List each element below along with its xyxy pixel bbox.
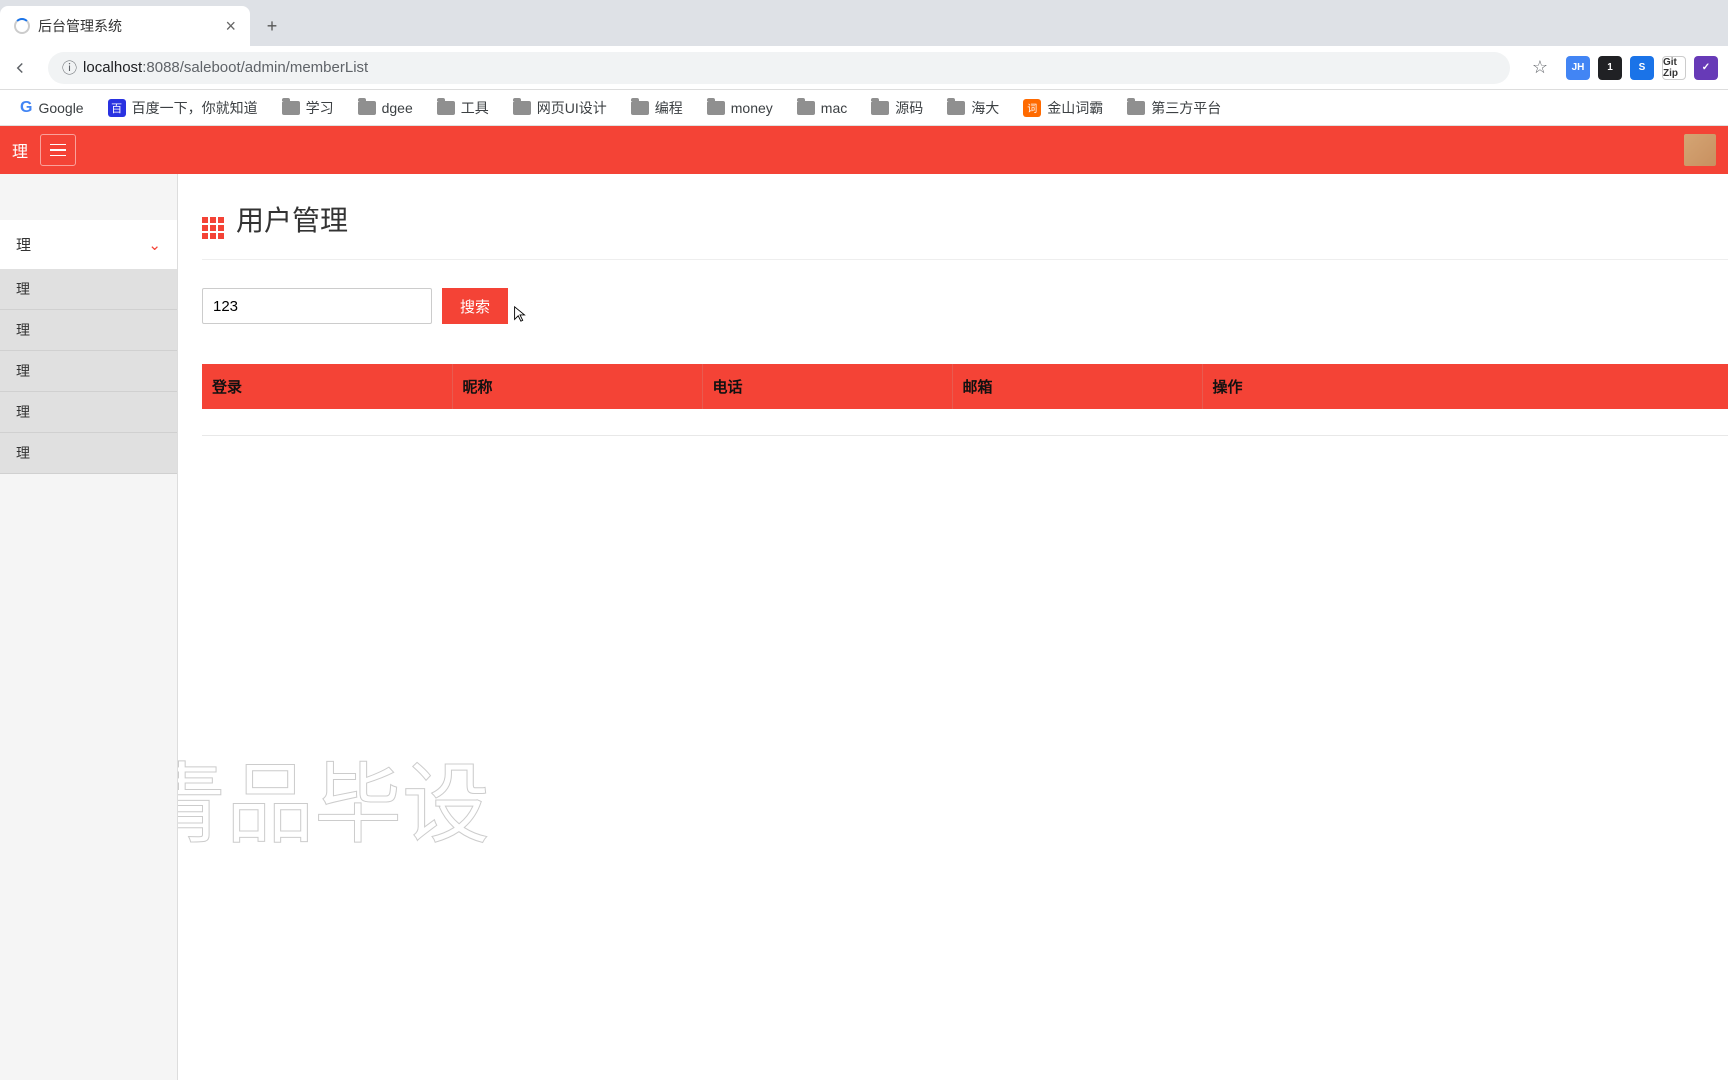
folder-icon (871, 101, 889, 115)
sidebar-item[interactable]: 理 (0, 269, 177, 310)
bookmark-item[interactable]: 编程 (619, 94, 695, 122)
bookmark-item[interactable]: 第三方平台 (1115, 94, 1233, 122)
column-header: 登录 (202, 364, 452, 409)
url-path: /saleboot/admin/memberList (180, 59, 368, 76)
bookmark-item[interactable]: 网页UI设计 (501, 94, 619, 122)
folder-icon (437, 101, 455, 115)
bookmark-label: money (731, 100, 773, 116)
sidebar-item[interactable]: 理 (0, 433, 177, 474)
browser-tab[interactable]: 后台管理系统 × (0, 6, 250, 46)
search-input[interactable] (202, 288, 432, 324)
address-bar: ⓘ localhost:8088/saleboot/admin/memberLi… (0, 46, 1728, 90)
bookmark-item[interactable]: dgee (346, 96, 425, 120)
header-brand: 理 (12, 138, 28, 162)
search-button[interactable]: 搜索 (442, 288, 508, 324)
sidebar-item[interactable]: 理 (0, 310, 177, 351)
bookmark-label: Google (38, 100, 83, 116)
app-header: 理 (0, 126, 1728, 174)
column-header: 昵称 (452, 364, 702, 409)
page-title: 用户管理 (236, 199, 348, 239)
bookmark-item[interactable]: money (695, 96, 785, 120)
info-icon: ⓘ (62, 57, 77, 78)
bookmark-label: 网页UI设计 (537, 98, 607, 118)
column-header: 电话 (702, 364, 952, 409)
extension-icon[interactable]: Git Zip (1662, 56, 1686, 80)
app-body: 理 ⌄ 理理理理理 用户管理 搜索 登录昵称电话邮箱操作 青品毕设 (0, 174, 1728, 1080)
cursor-icon (512, 305, 528, 323)
bookmark-label: 源码 (895, 98, 923, 118)
watermark: 青品毕设 (178, 734, 490, 861)
bookmark-item[interactable]: 海大 (935, 94, 1011, 122)
table-row (202, 409, 1728, 435)
folder-icon (358, 101, 376, 115)
google-icon: G (20, 99, 32, 117)
tab-title: 后台管理系统 (38, 16, 217, 36)
url-host: localhost (83, 59, 142, 76)
folder-icon (513, 101, 531, 115)
extension-icon[interactable]: JH (1566, 56, 1590, 80)
column-header: 邮箱 (952, 364, 1202, 409)
back-button[interactable] (6, 54, 34, 82)
sidebar-item[interactable]: 理 (0, 351, 177, 392)
tab-bar: 后台管理系统 × + (0, 0, 1728, 46)
bookmark-item[interactable]: G Google (8, 95, 96, 121)
bookmark-label: 海大 (971, 98, 999, 118)
folder-icon (1127, 101, 1145, 115)
extension-icon[interactable]: S (1630, 56, 1654, 80)
bookmark-item[interactable]: 工具 (425, 94, 501, 122)
bookmark-label: mac (821, 100, 847, 116)
loading-spinner-icon (14, 18, 30, 34)
bookmark-label: dgee (382, 100, 413, 116)
bookmark-label: 工具 (461, 98, 489, 118)
sidebar-item[interactable]: 理 (0, 392, 177, 433)
column-header: 操作 (1202, 364, 1728, 409)
bookmark-label: 金山词霸 (1047, 98, 1103, 118)
folder-icon (947, 101, 965, 115)
bookmark-label: 百度一下，你就知道 (132, 98, 258, 118)
search-row: 搜索 (202, 288, 1728, 324)
folder-icon (707, 101, 725, 115)
new-tab-button[interactable]: + (258, 12, 286, 40)
menu-toggle-button[interactable] (40, 134, 76, 166)
bookmark-item[interactable]: 学习 (270, 94, 346, 122)
bookmark-item[interactable]: 源码 (859, 94, 935, 122)
bookmark-item[interactable]: 词金山词霸 (1011, 94, 1115, 122)
bookmark-label: 编程 (655, 98, 683, 118)
folder-icon (631, 101, 649, 115)
page-title-row: 用户管理 (202, 198, 1728, 260)
user-avatar[interactable] (1684, 134, 1716, 166)
folder-icon (797, 101, 815, 115)
url-input[interactable]: ⓘ localhost:8088/saleboot/admin/memberLi… (48, 52, 1510, 84)
extension-icon[interactable]: 1 (1598, 56, 1622, 80)
sidebar-section-label: 理 (16, 234, 31, 255)
bookmark-bar: G Google 百百度一下，你就知道 学习 dgee 工具 网页UI设计 编程 money ma… (0, 90, 1728, 126)
data-table: 登录昵称电话邮箱操作 (202, 364, 1728, 436)
grid-icon (202, 198, 224, 239)
main-content: 用户管理 搜索 登录昵称电话邮箱操作 青品毕设 (178, 174, 1728, 1080)
folder-icon (282, 101, 300, 115)
browser-chrome: 后台管理系统 × + ⓘ localhost:8088/saleboot/adm… (0, 0, 1728, 126)
chevron-down-icon: ⌄ (148, 236, 161, 254)
close-icon[interactable]: × (225, 16, 236, 37)
sidebar: 理 ⌄ 理理理理理 (0, 174, 178, 1080)
bookmark-star-icon[interactable]: ☆ (1532, 57, 1548, 78)
jinshan-icon: 词 (1023, 99, 1041, 117)
extension-icon[interactable]: ✓ (1694, 56, 1718, 80)
bookmark-label: 第三方平台 (1151, 98, 1221, 118)
bookmark-label: 学习 (306, 98, 334, 118)
bookmark-item[interactable]: 百百度一下，你就知道 (96, 94, 270, 122)
url-port: :8088 (142, 59, 180, 76)
sidebar-section-header[interactable]: 理 ⌄ (0, 220, 177, 269)
bookmark-item[interactable]: mac (785, 96, 859, 120)
baidu-icon: 百 (108, 99, 126, 117)
